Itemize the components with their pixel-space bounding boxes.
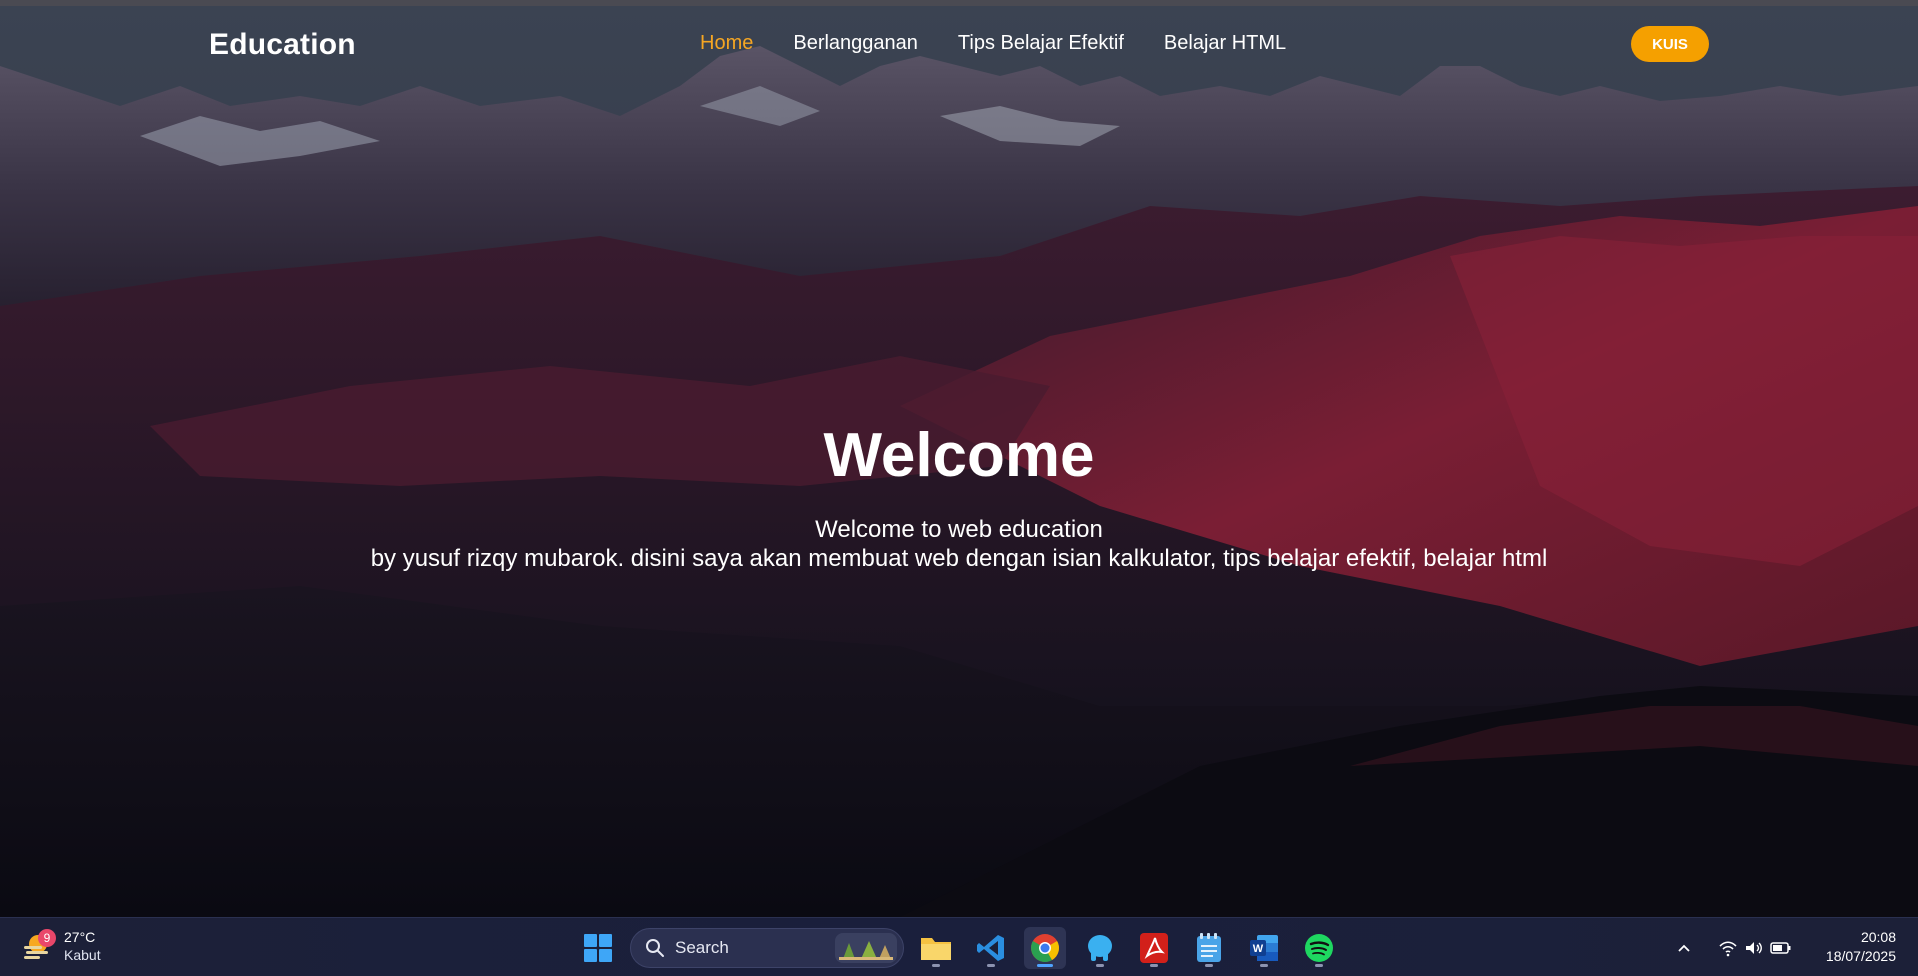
site-brand[interactable]: Education bbox=[209, 28, 356, 62]
chrome-icon bbox=[1031, 934, 1059, 962]
search-placeholder: Search bbox=[675, 938, 729, 957]
chevron-up-icon[interactable] bbox=[1676, 940, 1692, 956]
acrobat-icon bbox=[1140, 933, 1168, 963]
weather-description: Kabut bbox=[64, 947, 101, 963]
nav-berlangganan[interactable]: Berlangganan bbox=[793, 32, 918, 55]
svg-text:W: W bbox=[1253, 943, 1264, 955]
taskbar-notepad[interactable] bbox=[1188, 927, 1230, 969]
weather-fog-icon: 9 bbox=[22, 929, 56, 963]
taskbar-file-explorer[interactable] bbox=[915, 927, 957, 969]
taskbar-app-blue[interactable] bbox=[1079, 927, 1121, 969]
windows-start-icon[interactable] bbox=[582, 932, 614, 964]
weather-temperature: 27°C bbox=[64, 929, 96, 945]
word-icon: W bbox=[1250, 935, 1278, 961]
battery-icon[interactable] bbox=[1770, 939, 1792, 957]
nav-belajar-html[interactable]: Belajar HTML bbox=[1164, 32, 1286, 55]
nav-home[interactable]: Home bbox=[700, 32, 753, 55]
clock-date: 18/07/2025 bbox=[1825, 948, 1896, 964]
main-nav: Home Berlangganan Tips Belajar Efektif B… bbox=[700, 32, 1286, 55]
taskbar-clock[interactable]: 20:08 18/07/2025 bbox=[1826, 928, 1896, 966]
volume-icon[interactable] bbox=[1744, 939, 1764, 957]
taskbar-word[interactable]: W bbox=[1243, 927, 1285, 969]
notepad-icon bbox=[1197, 933, 1221, 962]
weather-widget[interactable]: 9 27°C Kabut bbox=[22, 928, 101, 964]
search-icon bbox=[646, 939, 664, 957]
system-tray bbox=[1676, 918, 1792, 976]
search-highlight-icon bbox=[835, 933, 897, 963]
folder-icon bbox=[921, 938, 951, 960]
hero-subtitle-line1: Welcome to web education bbox=[815, 516, 1103, 543]
weather-alert-badge: 9 bbox=[38, 929, 56, 947]
taskbar-search[interactable]: Search bbox=[630, 928, 904, 968]
clock-time: 20:08 bbox=[1860, 929, 1896, 945]
wifi-icon[interactable] bbox=[1718, 939, 1738, 957]
hero-title: Welcome bbox=[823, 421, 1095, 490]
taskbar-chrome[interactable] bbox=[1024, 927, 1066, 969]
vscode-icon bbox=[977, 935, 1004, 961]
nav-tips-belajar-efektif[interactable]: Tips Belajar Efektif bbox=[958, 32, 1124, 55]
windows-taskbar: 9 27°C Kabut Search W 20:08 18/07/2025 bbox=[0, 917, 1918, 976]
elephant-icon bbox=[1088, 935, 1112, 961]
taskbar-acrobat[interactable] bbox=[1133, 927, 1175, 969]
navbar: Education Home Berlangganan Tips Belajar… bbox=[0, 6, 1918, 86]
kuis-button[interactable]: KUIS bbox=[1631, 26, 1709, 62]
taskbar-vscode[interactable] bbox=[970, 927, 1012, 969]
taskbar-spotify[interactable] bbox=[1298, 927, 1340, 969]
spotify-icon bbox=[1305, 934, 1333, 962]
hero-subtitle-line2: by yusuf rizqy mubarok. disini saya akan… bbox=[370, 545, 1548, 572]
